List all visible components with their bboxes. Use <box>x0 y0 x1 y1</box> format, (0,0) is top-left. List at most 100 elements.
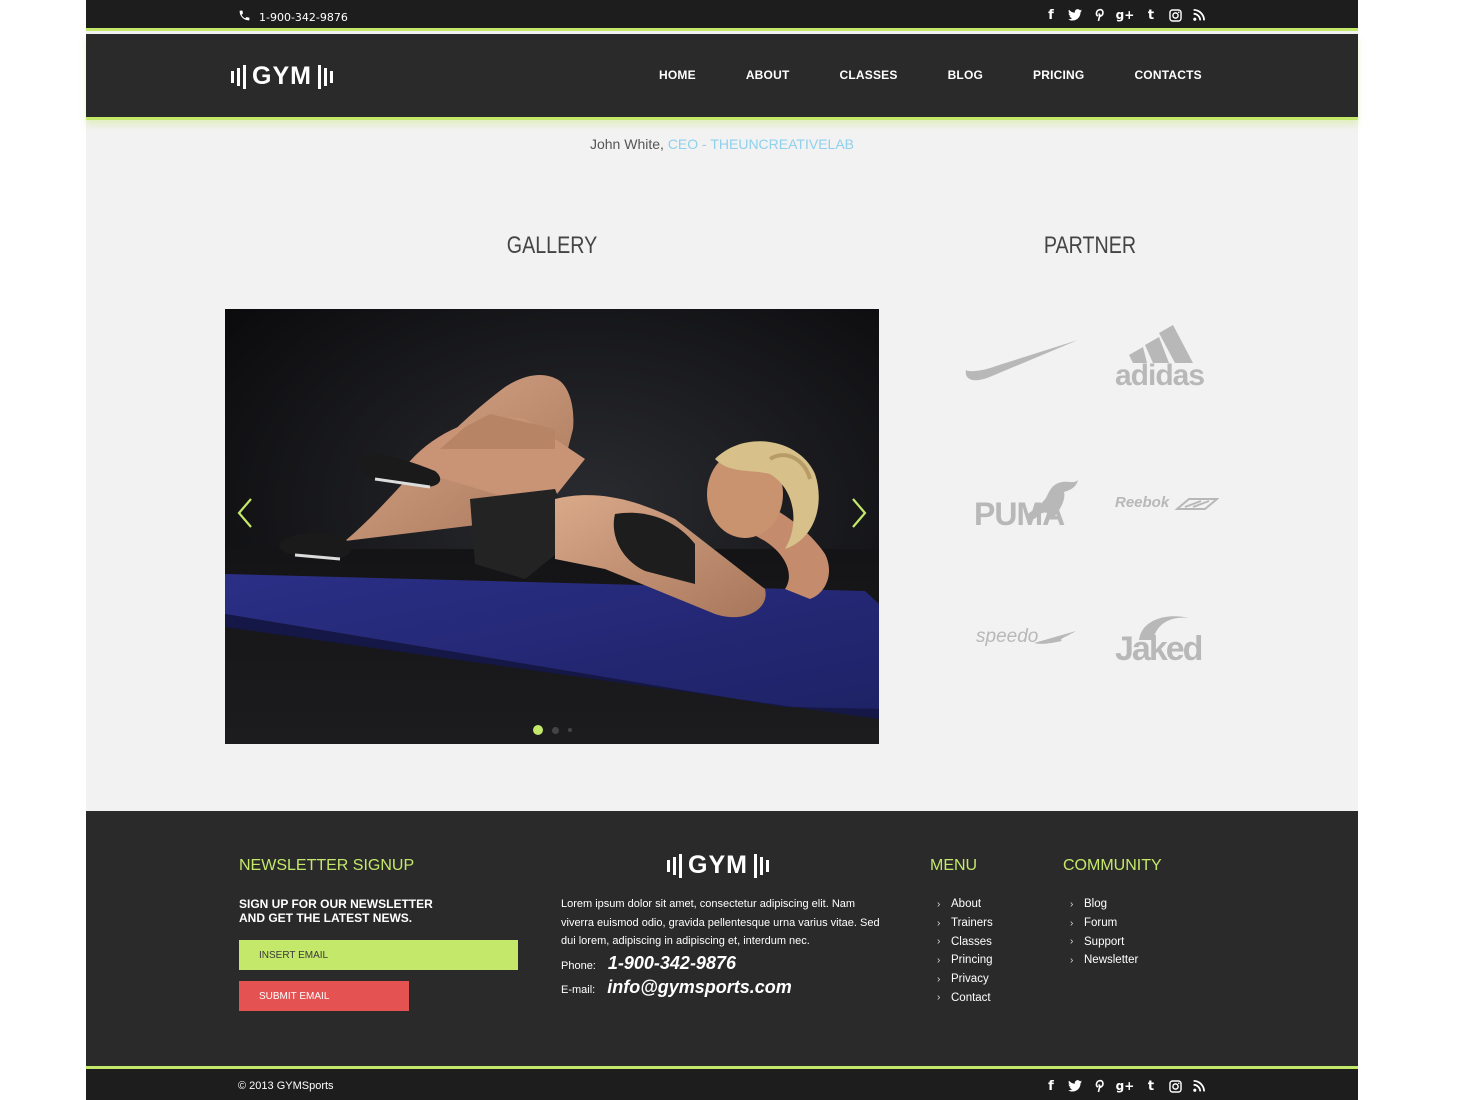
footer-community-label: Support <box>1084 935 1125 948</box>
google-plus-icon[interactable]: g+ <box>1116 7 1135 23</box>
bottom-bar: © 2013 GYMSports f g+ t <box>86 1066 1358 1100</box>
nav-about[interactable]: ABOUT <box>746 68 790 82</box>
phone-label: Phone: <box>561 960 596 972</box>
footer-menu-label: About <box>951 898 982 911</box>
chevron-right-icon: › <box>1070 954 1074 966</box>
nav-home[interactable]: HOME <box>659 68 696 82</box>
footer-community-list: › Blog › Forum › Support › Newsletter <box>1070 895 1138 970</box>
footer-community-title: COMMUNITY <box>1063 857 1162 874</box>
nike-logo <box>965 340 1078 381</box>
puma-logo: PUMA <box>974 476 1084 532</box>
gym-logo[interactable]: GYM <box>231 62 333 91</box>
footer-menu-label: Privacy <box>951 973 989 986</box>
adidas-logo: adidas <box>1115 325 1219 395</box>
footer-menu-item[interactable]: › About <box>937 895 993 914</box>
newsletter-email-input[interactable] <box>239 940 518 970</box>
footer-community-item[interactable]: › Forum <box>1070 914 1138 933</box>
dumbbell-left-icon <box>231 64 246 89</box>
nav-contacts[interactable]: CONTACTS <box>1134 68 1201 82</box>
slider-next-arrow-icon[interactable] <box>847 495 871 531</box>
footer-menu-label: Contact <box>951 991 991 1004</box>
email-value[interactable]: info@gymsports.com <box>607 977 792 998</box>
footer-menu-title: MENU <box>930 857 978 874</box>
nav-blog[interactable]: BLOG <box>948 68 983 82</box>
copyright: © 2013 GYMSports <box>238 1080 334 1092</box>
jaked-wordmark: Jaked <box>1115 630 1203 668</box>
speedo-logo: speedo <box>976 626 1086 656</box>
footer-menu-item[interactable]: › Princing <box>937 951 993 970</box>
facebook-icon[interactable]: f <box>1044 1078 1058 1094</box>
top-phone-number: 1-900-342-9876 <box>259 10 348 24</box>
footer-community-item[interactable]: › Support <box>1070 932 1138 951</box>
slider-prev-arrow-icon[interactable] <box>233 495 257 531</box>
slider-dot[interactable] <box>551 726 559 734</box>
footer-about-text: Lorem ipsum dolor sit amet, consectetur … <box>561 898 880 947</box>
nav-pricing[interactable]: PRICING <box>1033 68 1084 82</box>
footer-community-item[interactable]: › Newsletter <box>1070 951 1138 970</box>
top-bar: 1-900-342-9876 f g+ t <box>86 0 1358 31</box>
footer-community-label: Newsletter <box>1084 954 1139 967</box>
testimonial-role-link[interactable]: CEO - THEUNCREATIVELAB <box>668 136 854 152</box>
testimonial-attribution: John White, CEO - THEUNCREATIVELAB <box>86 136 1358 152</box>
tumblr-icon[interactable]: t <box>1144 7 1158 23</box>
gallery-title: GALLERY <box>506 232 598 259</box>
newsletter-subtitle-line1: SIGN UP FOR OUR NEWSLETTER <box>239 897 433 911</box>
chevron-right-icon: › <box>937 992 941 1004</box>
footer-email: E-mail: info@gymsports.com <box>561 977 792 998</box>
footer-menu-item[interactable]: › Trainers <box>937 914 993 933</box>
chevron-right-icon: › <box>937 898 941 910</box>
footer-community-label: Blog <box>1084 898 1108 911</box>
rss-icon[interactable] <box>1192 1078 1206 1094</box>
footer-phone: Phone: 1-900-342-9876 <box>561 953 736 974</box>
footer-menu-item[interactable]: › Contact <box>937 988 993 1007</box>
dumbbell-right-icon <box>753 853 769 878</box>
dumbbell-right-icon <box>317 64 333 89</box>
newsletter-subtitle: SIGN UP FOR OUR NEWSLETTER AND GET THE L… <box>239 897 499 925</box>
footer-menu-item[interactable]: › Classes <box>937 932 993 951</box>
jaked-logo: Jaked <box>1115 612 1225 668</box>
top-social-icons: f g+ t <box>1044 7 1206 23</box>
testimonial-author: John White, <box>589 136 664 152</box>
instagram-icon[interactable] <box>1168 1078 1182 1094</box>
slider-dots <box>225 725 879 735</box>
adidas-wordmark: adidas <box>1115 359 1205 392</box>
gallery-slider[interactable] <box>225 309 879 744</box>
chevron-right-icon: › <box>1070 898 1074 910</box>
footer-menu-label: Classes <box>951 935 992 948</box>
chevron-right-icon: › <box>937 973 941 985</box>
footer-menu-item[interactable]: › Privacy <box>937 970 993 989</box>
pinterest-icon[interactable] <box>1092 1078 1106 1094</box>
main-nav: HOME ABOUT CLASSES BLOG PRICING CONTACTS <box>659 68 1202 82</box>
footer-menu-list: › About › Trainers › Classes › Princing › Pri… <box>937 895 993 1007</box>
email-label: E-mail: <box>561 984 596 996</box>
facebook-icon[interactable]: f <box>1044 7 1058 23</box>
phone-value[interactable]: 1-900-342-9876 <box>608 953 736 974</box>
slider-dot[interactable] <box>532 725 543 735</box>
pinterest-icon[interactable] <box>1092 7 1106 23</box>
rss-icon[interactable] <box>1192 7 1206 23</box>
slider-dot[interactable] <box>567 728 572 732</box>
chevron-right-icon: › <box>937 936 941 948</box>
partner-title: PARTNER <box>1043 232 1137 259</box>
instagram-icon[interactable] <box>1168 7 1182 23</box>
tumblr-icon[interactable]: t <box>1144 1078 1158 1094</box>
phone-icon <box>238 9 251 25</box>
reebok-logo: Reebok <box>1115 494 1225 516</box>
speedo-wordmark: speedo <box>976 626 1039 647</box>
submit-email-button[interactable]: SUBMIT EMAIL <box>239 981 409 1011</box>
reebok-wordmark: Reebok <box>1115 494 1170 511</box>
twitter-icon[interactable] <box>1068 7 1082 23</box>
chevron-right-icon: › <box>937 917 941 929</box>
newsletter-title: NEWSLETTER SIGNUP <box>239 857 415 874</box>
footer-menu-label: Princing <box>951 954 993 967</box>
gallery-photo <box>225 309 879 744</box>
nav-classes[interactable]: CLASSES <box>839 68 897 82</box>
footer-gym-logo[interactable]: GYM <box>667 851 769 880</box>
logo-text: GYM <box>252 62 312 90</box>
top-phone[interactable]: 1-900-342-9876 <box>238 9 348 25</box>
footer-community-label: Forum <box>1084 917 1118 930</box>
twitter-icon[interactable] <box>1068 1078 1082 1094</box>
footer-community-item[interactable]: › Blog <box>1070 895 1138 914</box>
chevron-right-icon: › <box>937 954 941 966</box>
google-plus-icon[interactable]: g+ <box>1116 1078 1135 1094</box>
